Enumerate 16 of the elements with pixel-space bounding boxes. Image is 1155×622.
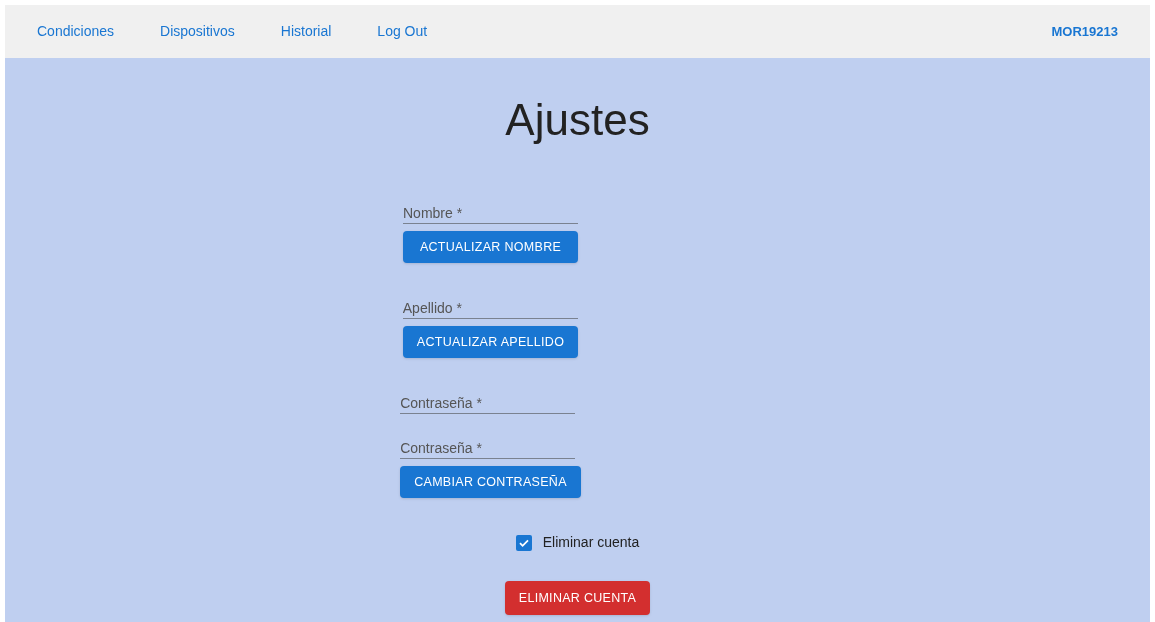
page-title: Ajustes [505, 98, 650, 142]
submit-button[interactable]: CAMBIAR CONTRASEÑA [400, 466, 581, 498]
nav-link[interactable]: Condiciones [37, 21, 115, 42]
text-field[interactable]: Contraseña * [400, 429, 576, 459]
submit-button[interactable]: ACTUALIZAR NOMBRE [403, 231, 578, 263]
text-field[interactable]: Contraseña * [400, 384, 576, 414]
checkbox-label: Eliminar cuenta [542, 533, 640, 552]
submit-button[interactable]: ACTUALIZAR APELLIDO [402, 326, 579, 358]
checkbox[interactable] [515, 534, 532, 551]
delete-account-button[interactable]: ELIMINAR CUENTA [504, 581, 651, 615]
text-field[interactable]: Nombre * [403, 194, 578, 224]
nav-link[interactable]: Historial [280, 21, 332, 42]
nav-link[interactable]: Dispositivos [160, 21, 235, 42]
text-field[interactable]: Apellido * [402, 289, 578, 319]
nav-link[interactable]: Log Out [377, 21, 428, 42]
username-link[interactable]: MOR19213 [1051, 21, 1118, 42]
